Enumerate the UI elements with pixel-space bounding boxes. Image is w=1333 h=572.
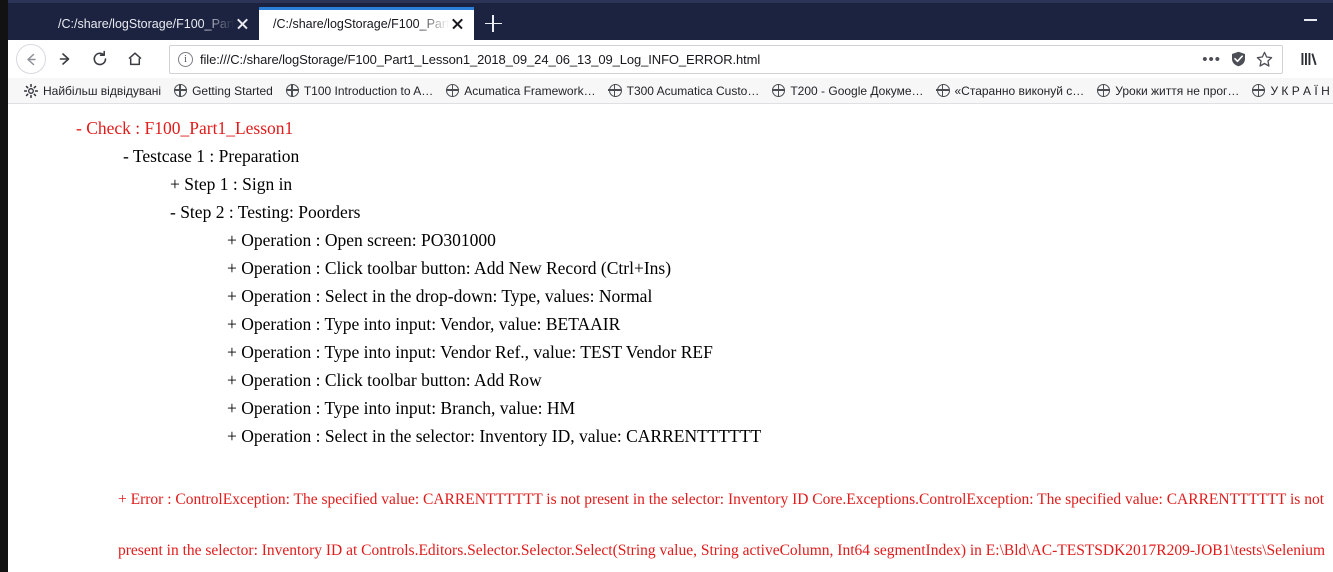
globe-icon: [285, 83, 299, 97]
close-icon[interactable]: [234, 15, 251, 32]
page-content: - Check : F100_Part1_Lesson1 - Testcase …: [8, 104, 1333, 572]
browser-tab-2[interactable]: /C:/share/logStorage/F100_Part1_Le: [259, 7, 474, 40]
url-input[interactable]: file:///C:/share/logStorage/F100_Part1_L…: [200, 52, 1192, 67]
log-node-operation[interactable]: + Operation : Type into input: Vendor Re…: [8, 338, 1333, 366]
log-node-operation[interactable]: + Operation : Select in the selector: In…: [8, 422, 1333, 450]
close-icon[interactable]: [449, 15, 466, 32]
library-button[interactable]: [1293, 44, 1325, 74]
bookmark-label: «Старанно виконуй с…: [954, 83, 1085, 98]
forward-button[interactable]: [48, 44, 81, 75]
reload-button[interactable]: [83, 44, 116, 75]
url-bar[interactable]: i file:///C:/share/logStorage/F100_Part1…: [169, 44, 1283, 74]
bookmark-label: T200 - Google Докуме…: [790, 83, 924, 98]
bookmark-item-getting-started[interactable]: Getting Started: [168, 82, 279, 100]
bookmark-item-t100[interactable]: T100 Introduction to A…: [280, 82, 439, 100]
bookmark-label: Acumatica Framework…: [464, 83, 596, 98]
bookmark-label: T300 Acumatica Custo…: [626, 83, 760, 98]
globe-icon: [1096, 83, 1111, 97]
home-button[interactable]: [118, 44, 151, 75]
page-info-icon[interactable]: i: [178, 51, 193, 67]
window-controls: [1288, 0, 1333, 40]
tab-title: /C:/share/logStorage/F100_Part1_Le: [58, 16, 234, 31]
browser-window: /C:/share/logStorage/F100_Part1_Le /C:/s…: [8, 0, 1333, 572]
bookmark-item-most-visited[interactable]: Найбільш відвідувані: [18, 82, 167, 100]
globe-icon: [936, 83, 950, 97]
log-node-operation[interactable]: + Operation : Type into input: Vendor, v…: [8, 310, 1333, 338]
log-node-operation[interactable]: + Operation : Open screen: PO301000: [8, 226, 1333, 254]
globe-icon: [1252, 83, 1266, 97]
new-tab-button[interactable]: [474, 7, 512, 40]
log-node-check[interactable]: - Check : F100_Part1_Lesson1: [8, 114, 1333, 142]
tab-strip: /C:/share/logStorage/F100_Part1_Le /C:/s…: [8, 0, 1333, 40]
log-node-operation[interactable]: + Operation : Click toolbar button: Add …: [8, 254, 1333, 282]
globe-icon: [173, 83, 188, 97]
globe-icon: [608, 83, 622, 97]
bookmark-item-staranno[interactable]: «Старанно виконуй с…: [931, 82, 1091, 100]
navigation-toolbar: i file:///C:/share/logStorage/F100_Part1…: [8, 40, 1333, 78]
bookmark-label: У К Р А Ї Н К: [1270, 83, 1333, 98]
log-node-testcase-1[interactable]: - Testcase 1 : Preparation: [8, 142, 1333, 170]
browser-tab-1[interactable]: /C:/share/logStorage/F100_Part1_Le: [44, 7, 259, 40]
bookmark-star-icon[interactable]: [1253, 51, 1276, 68]
bookmark-label: Найбільш відвідувані: [43, 83, 162, 98]
bookmark-label: T100 Introduction to A…: [303, 83, 434, 98]
desktop-background: /C:/share/logStorage/F100_Part1_Le /C:/s…: [0, 0, 1333, 572]
globe-icon: [772, 83, 786, 97]
page-actions-icon[interactable]: •••: [1199, 51, 1224, 68]
log-node-step-2[interactable]: - Step 2 : Testing: Poorders: [8, 198, 1333, 226]
error-line: + Error : ControlException: The specifie…: [118, 491, 1324, 508]
bookmark-item-t300[interactable]: T300 Acumatica Custo…: [603, 82, 766, 100]
tab-strip-top-accent: [8, 0, 1333, 3]
log-error-block[interactable]: + Error : ControlException: The specifie…: [8, 450, 1333, 572]
tab-title: /C:/share/logStorage/F100_Part1_Le: [273, 16, 449, 31]
bookmark-label: Getting Started: [192, 83, 273, 98]
log-node-step-1[interactable]: + Step 1 : Sign in: [8, 170, 1333, 198]
error-line: present in the selector: Inventory ID at…: [118, 542, 1326, 559]
log-node-operation[interactable]: + Operation : Click toolbar button: Add …: [8, 366, 1333, 394]
bookmark-item-t200[interactable]: T200 - Google Докуме…: [766, 82, 929, 100]
bookmark-label: Уроки життя не прог…: [1115, 83, 1240, 98]
back-button[interactable]: [16, 44, 46, 74]
bookmarks-bar: Найбільш відвідувані Getting Started T10…: [8, 78, 1333, 104]
globe-icon: [445, 83, 460, 97]
gear-icon: [23, 83, 39, 98]
tracking-shield-icon[interactable]: [1231, 51, 1246, 67]
log-node-operation[interactable]: + Operation : Type into input: Branch, v…: [8, 394, 1333, 422]
bookmark-item-ukrainka[interactable]: У К Р А Ї Н К: [1246, 82, 1333, 100]
bookmark-item-uroky[interactable]: Уроки життя не прог…: [1091, 82, 1245, 100]
log-tree: - Check : F100_Part1_Lesson1 - Testcase …: [8, 104, 1333, 572]
minimize-icon[interactable]: [1288, 0, 1333, 40]
bookmark-item-acumatica-framework[interactable]: Acumatica Framework…: [440, 82, 601, 100]
log-node-operation[interactable]: + Operation : Select in the drop-down: T…: [8, 282, 1333, 310]
